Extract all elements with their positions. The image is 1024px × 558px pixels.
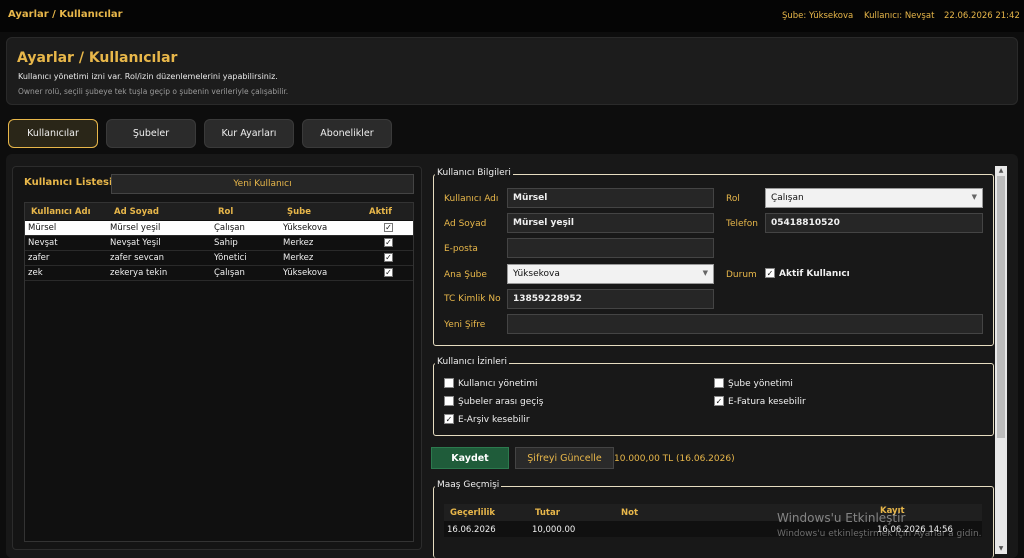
column-header-note[interactable]: Not xyxy=(621,508,638,518)
cell-fullname: zekerya tekin xyxy=(110,268,168,278)
email-field[interactable] xyxy=(507,238,714,258)
cell-branch: Merkez xyxy=(283,238,314,248)
cell-username: Mürsel xyxy=(28,223,57,233)
column-header-username[interactable]: Kullanıcı Adı xyxy=(31,207,91,217)
scroll-down-icon[interactable]: ▼ xyxy=(995,544,1007,554)
new-user-button[interactable]: Yeni Kullanıcı xyxy=(111,174,414,194)
role-select[interactable]: Çalışan ▼ xyxy=(765,188,983,208)
permission-e-archive-label: E-Arşiv kesebilir xyxy=(458,415,530,425)
windows-activation-watermark: Windows'u Etkinleştir xyxy=(777,511,906,525)
table-row[interactable]: Nevşat Nevşat Yeşil Sahip Merkez ✓ xyxy=(25,236,413,251)
table-row[interactable]: zek zekerya tekin Çalışan Yüksekova ✓ xyxy=(25,266,413,281)
cell-branch: Merkez xyxy=(283,253,314,263)
permission-branch-switch-checkbox[interactable] xyxy=(444,396,454,406)
tab-currency-settings[interactable]: Kur Ayarları xyxy=(204,119,294,148)
permission-branch-management-checkbox[interactable] xyxy=(714,378,724,388)
permission-e-archive-checkbox[interactable]: ✓ xyxy=(444,414,454,424)
cell-amount: 10,000.00 xyxy=(532,525,576,535)
cell-role: Yönetici xyxy=(214,253,247,263)
cell-username: Nevşat xyxy=(28,238,58,248)
page-hint: Owner rolü, seçili şubeye tek tuşla geçi… xyxy=(18,87,289,96)
column-header-active[interactable]: Aktif xyxy=(369,207,392,217)
column-header-branch[interactable]: Şube xyxy=(287,207,311,217)
tc-field[interactable]: 13859228952 xyxy=(507,289,714,309)
active-checkbox[interactable]: ✓ xyxy=(384,268,393,277)
cell-username: zek xyxy=(28,268,43,278)
cell-role: Sahip xyxy=(214,238,238,248)
scrollbar-thumb[interactable] xyxy=(997,176,1005,438)
cell-branch: Yüksekova xyxy=(283,268,328,278)
page-description: Kullanıcı yönetimi izni var. Rol/izin dü… xyxy=(18,72,278,81)
page-title: Ayarlar / Kullanıcılar xyxy=(17,50,178,66)
column-header-fullname[interactable]: Ad Soyad xyxy=(114,207,159,217)
cell-fullname: zafer sevcan xyxy=(110,253,165,263)
windows-activation-hint: Windows'u etkinleştirmek için Ayarlar'a … xyxy=(777,529,982,539)
current-salary: 10.000,00 TL (16.06.2026) xyxy=(614,454,735,464)
topbar-title: Ayarlar / Kullanıcılar xyxy=(8,9,123,20)
column-header-validity[interactable]: Geçerlilik xyxy=(450,508,495,518)
salary-history-legend: Maaş Geçmişi xyxy=(435,480,502,490)
column-header-amount[interactable]: Tutar xyxy=(535,508,560,518)
permission-user-management-checkbox[interactable] xyxy=(444,378,454,388)
password-label: Yeni Şifre xyxy=(444,320,486,330)
permissions-legend: Kullanıcı İzinleri xyxy=(435,357,510,367)
cell-username: zafer xyxy=(28,253,50,263)
role-select-value: Çalışan xyxy=(771,193,804,203)
tab-branches[interactable]: Şubeler xyxy=(106,119,196,148)
save-button[interactable]: Kaydet xyxy=(431,447,509,469)
active-user-label: Aktif Kullanıcı xyxy=(779,269,850,279)
branch-select-value: Yüksekova xyxy=(513,269,560,279)
permission-e-invoice-label: E-Fatura kesebilir xyxy=(728,397,806,407)
user-grid-header: Kullanıcı Adı Ad Soyad Rol Şube Aktif xyxy=(25,203,413,220)
fullname-field[interactable]: Mürsel yeşil xyxy=(507,213,714,233)
cell-role: Çalışan xyxy=(214,268,245,278)
cell-fullname: Nevşat Yeşil xyxy=(110,238,161,248)
page-header: Ayarlar / Kullanıcılar Kullanıcı yönetim… xyxy=(6,37,1018,105)
password-field[interactable] xyxy=(507,314,983,334)
active-checkbox[interactable]: ✓ xyxy=(384,253,393,262)
column-header-role[interactable]: Rol xyxy=(218,207,233,217)
table-row[interactable]: Mürsel Mürsel yeşil Çalışan Yüksekova ✓ xyxy=(25,221,413,236)
fullname-label: Ad Soyad xyxy=(444,219,487,229)
active-user-checkbox[interactable]: ✓ xyxy=(765,268,775,278)
username-label: Kullanıcı Adı xyxy=(444,194,499,204)
topbar-branch: Şube: Yüksekova xyxy=(782,11,854,21)
phone-field[interactable]: 05418810520 xyxy=(765,213,983,233)
active-checkbox[interactable]: ✓ xyxy=(384,238,393,247)
permission-user-management-label: Kullanıcı yönetimi xyxy=(458,379,538,389)
branch-label: Ana Şube xyxy=(444,270,487,280)
scroll-up-icon[interactable]: ▲ xyxy=(995,166,1007,176)
tab-subscriptions[interactable]: Abonelikler xyxy=(302,119,392,148)
cell-role: Çalışan xyxy=(214,223,245,233)
table-row[interactable]: zafer zafer sevcan Yönetici Merkez ✓ xyxy=(25,251,413,266)
status-label: Durum xyxy=(726,270,757,280)
role-label: Rol xyxy=(726,194,740,204)
tc-label: TC Kimlik No xyxy=(444,294,501,304)
phone-label: Telefon xyxy=(726,219,758,229)
permission-branch-switch-label: Şubeler arası geçiş xyxy=(458,397,544,407)
username-field[interactable]: Mürsel xyxy=(507,188,714,208)
permission-branch-management-label: Şube yönetimi xyxy=(728,379,793,389)
permission-e-invoice-checkbox[interactable]: ✓ xyxy=(714,396,724,406)
chevron-down-icon: ▼ xyxy=(971,193,977,201)
update-password-button[interactable]: Şifreyi Güncelle xyxy=(515,447,614,469)
cell-branch: Yüksekova xyxy=(283,223,328,233)
tab-users[interactable]: Kullanıcılar xyxy=(8,119,98,148)
branch-select[interactable]: Yüksekova ▼ xyxy=(507,264,714,284)
cell-date: 16.06.2026 xyxy=(447,525,496,535)
topbar-datetime: 22.06.2026 21:42 xyxy=(944,11,1020,21)
chevron-down-icon: ▼ xyxy=(702,269,708,277)
active-checkbox[interactable]: ✓ xyxy=(384,223,393,232)
top-bar: Ayarlar / Kullanıcılar Şube: Yüksekova K… xyxy=(0,0,1024,32)
user-info-legend: Kullanıcı Bilgileri xyxy=(435,168,513,178)
topbar-user: Kullanıcı: Nevşat xyxy=(864,11,935,21)
cell-fullname: Mürsel yeşil xyxy=(110,223,161,233)
user-list-title: Kullanıcı Listesi xyxy=(24,177,113,188)
email-label: E-posta xyxy=(444,244,478,254)
